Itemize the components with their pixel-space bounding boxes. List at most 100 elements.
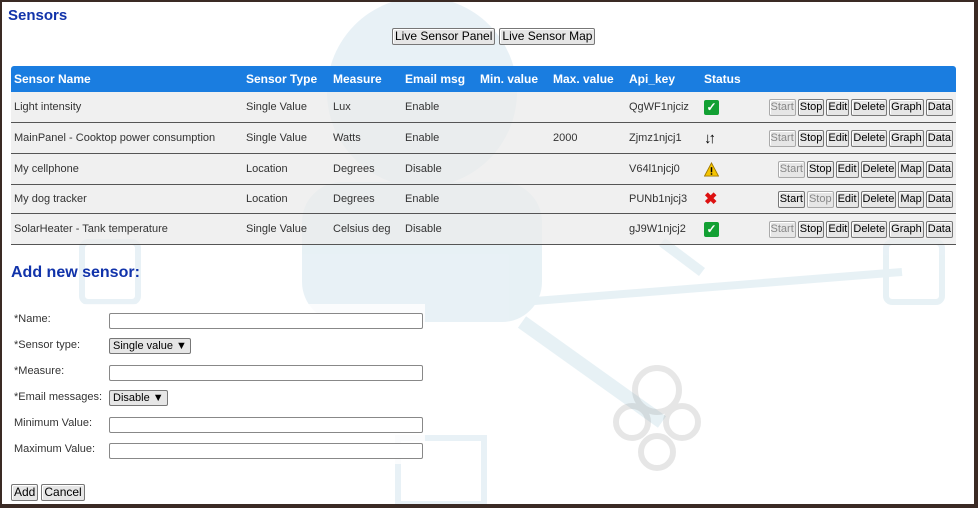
column-header-actions [757,66,956,92]
table-row: My dog tracker Location Degrees Enable P… [11,184,956,214]
add-button[interactable]: Add [11,484,39,501]
stop-button[interactable]: Stop [797,98,825,116]
measure-cell: Watts [330,122,402,154]
api-key-cell: PUNb1njcj3 [626,184,701,214]
minimum-value-field-wrap [109,415,423,433]
sensor-name-cell: My dog tracker [11,184,243,214]
cancel-button[interactable]: Cancel [41,484,85,501]
sensor-type-cell: Single Value [243,122,330,154]
start-button[interactable]: Start [768,129,796,147]
data-button[interactable]: Data [925,160,953,178]
column-header-sensor-type: Sensor Type [243,66,330,92]
data-button[interactable]: Data [925,190,953,208]
sensor-name-cell: Light intensity [11,92,243,123]
live-sensor-panel-button[interactable]: Live Sensor Panel [392,28,496,45]
error-x-icon: ✖ [704,190,718,208]
top-button-bar: Live Sensor Panel Live Sensor Map [392,28,596,45]
chevron-down-icon: ▼ [176,340,187,352]
stop-button[interactable]: Stop [797,129,825,147]
email-messages-field-wrap: Disable ▼ [109,388,168,406]
map-button[interactable]: Map [898,160,924,178]
measure-input[interactable] [109,365,423,381]
actions-cell: Start Stop Edit Delete Graph Data [757,213,956,245]
delete-button[interactable]: Delete [860,190,897,208]
data-button[interactable]: Data [925,220,953,238]
min-value-cell [477,122,550,154]
column-header-api-key: Api_key [626,66,701,92]
measure-cell: Celsius deg [330,213,402,245]
sensor-type-label: *Sensor type: [14,339,81,351]
stop-button[interactable]: Stop [797,220,825,238]
min-value-cell [477,213,550,245]
sensor-type-cell: Single Value [243,213,330,245]
table-header-row: Sensor Name Sensor Type Measure Email ms… [11,66,956,92]
column-header-measure: Measure [330,66,402,92]
edit-button[interactable]: Edit [826,98,850,116]
table-row: SolarHeater - Tank temperature Single Va… [11,213,956,245]
email-messages-value: Disable [113,392,150,404]
measure-cell: Lux [330,92,402,123]
edit-button[interactable]: Edit [835,160,859,178]
graph-button[interactable]: Graph [889,129,924,147]
name-label: *Name: [14,313,51,325]
stop-button[interactable]: Stop [806,160,834,178]
maximum-value-label: Maximum Value: [14,443,96,455]
table-row: My cellphone Location Degrees Disable V6… [11,153,956,185]
edit-button[interactable]: Edit [835,190,859,208]
max-value-cell [550,213,626,245]
data-button[interactable]: Data [925,98,953,116]
graph-button[interactable]: Graph [889,98,924,116]
start-button[interactable]: Start [777,160,805,178]
actions-cell: Start Stop Edit Delete Graph Data [757,92,956,123]
status-cell: ✖ [701,184,757,214]
map-button[interactable]: Map [898,190,924,208]
add-sensor-title: Add new sensor: [11,264,140,281]
minimum-value-label: Minimum Value: [14,417,93,429]
sensor-name-cell: MainPanel - Cooktop power consumption [11,122,243,154]
edit-button[interactable]: Edit [826,220,850,238]
email-msg-cell: Enable [402,92,477,123]
status-cell: ✓ [701,213,757,245]
api-key-cell: gJ9W1njcj2 [626,213,701,245]
name-field-wrap [109,311,423,329]
max-value-cell [550,92,626,123]
measure-cell: Degrees [330,153,402,185]
column-header-max-value: Max. value [550,66,626,92]
maximum-value-input[interactable] [109,443,423,459]
name-input[interactable] [109,313,423,329]
max-value-cell [550,153,626,185]
stop-button[interactable]: Stop [806,190,834,208]
sensor-type-field-wrap: Single value ▼ [109,336,191,354]
email-msg-cell: Disable [402,213,477,245]
api-key-cell: Zjmz1njcj1 [626,122,701,154]
graph-button[interactable]: Graph [889,220,924,238]
column-header-status: Status [701,66,757,92]
delete-button[interactable]: Delete [860,160,897,178]
page-title: Sensors [8,7,68,24]
start-button[interactable]: Start [768,220,796,238]
column-header-sensor-name: Sensor Name [11,66,243,92]
actions-cell: Start Stop Edit Delete Map Data [757,184,956,214]
status-cell: ↓↑ [701,122,757,154]
check-icon: ✓ [704,99,719,115]
check-icon: ✓ [704,221,719,237]
transfer-arrows-icon: ↓↑ [704,129,716,147]
sensor-name-cell: SolarHeater - Tank temperature [11,213,243,245]
email-messages-select[interactable]: Disable ▼ [109,390,168,406]
measure-field-wrap [109,363,423,381]
max-value-cell: 2000 [550,122,626,154]
email-messages-label: *Email messages: [14,391,103,403]
sensor-type-cell: Single Value [243,92,330,123]
data-button[interactable]: Data [925,129,953,147]
start-button[interactable]: Start [768,98,796,116]
delete-button[interactable]: Delete [851,220,888,238]
live-sensor-map-button[interactable]: Live Sensor Map [499,28,596,45]
edit-button[interactable]: Edit [826,129,850,147]
sensor-type-select[interactable]: Single value ▼ [109,338,191,354]
delete-button[interactable]: Delete [851,129,888,147]
minimum-value-input[interactable] [109,417,423,433]
maximum-value-field-wrap [109,441,423,459]
delete-button[interactable]: Delete [851,98,888,116]
email-msg-cell: Enable [402,122,477,154]
start-button[interactable]: Start [777,190,805,208]
